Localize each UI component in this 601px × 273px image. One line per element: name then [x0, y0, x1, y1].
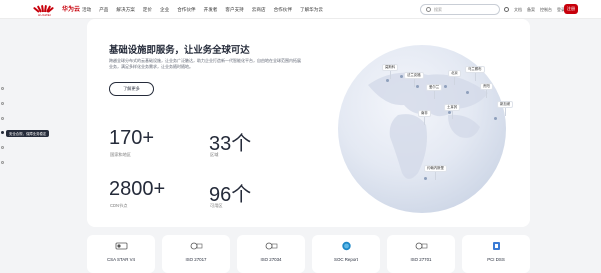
pci-dss-icon [493, 242, 500, 250]
cert-label: ISO 27034 [260, 257, 282, 262]
header-links: 文档 备案 控制台 登录 [504, 0, 565, 19]
console-link[interactable]: 控制台 [540, 7, 552, 13]
huawei-petal-icon [32, 4, 55, 13]
pin-moscow[interactable]: 莫斯科 [382, 64, 399, 79]
pin-beijing[interactable]: 北京 [448, 70, 461, 85]
region-marker[interactable] [448, 111, 451, 114]
cert-card-soc-report[interactable]: SOC Report [312, 235, 380, 273]
region-marker[interactable] [466, 91, 469, 94]
learn-more-button[interactable]: 了解更多 [109, 82, 154, 96]
pin-johannesburg[interactable]: 约翰内斯堡 [424, 165, 447, 180]
nav-item-solutions[interactable]: 解决方案 [116, 7, 134, 13]
docs-link[interactable]: 文档 [514, 7, 522, 13]
stat-countries-value: 170+ [109, 127, 155, 149]
side-nav-dot[interactable] [1, 161, 4, 164]
side-nav-dot[interactable] [1, 87, 4, 90]
region-marker[interactable] [400, 75, 403, 78]
huawei-logo[interactable] [32, 4, 55, 13]
pin-ulanqab[interactable]: 乌兰察布 [465, 66, 485, 81]
cert-card-pci-dss[interactable]: PCI DSS [462, 235, 530, 273]
stat-regions-label: 区域 [210, 152, 219, 157]
cert-label: SOC Report [334, 257, 358, 262]
cert-label: ISO 27701 [410, 257, 432, 262]
side-nav-dot[interactable] [1, 117, 4, 120]
pin-ireland[interactable]: 爱尔兰 [426, 84, 443, 99]
pin-frankfurt[interactable]: 法兰克福 [404, 72, 424, 87]
cert-card-iso27034[interactable]: ISO 27034 [237, 235, 305, 273]
pin-singapore[interactable]: 新加坡 [497, 101, 514, 116]
main-nav: 活动 产品 解决方案 定价 企业 合作伙伴 开发者 客户支持 云商店 合作伙伴 … [82, 0, 323, 19]
nav-item-partners-2[interactable]: 合作伙伴 [274, 7, 292, 13]
iso-badge-icon [415, 242, 428, 250]
side-nav-dot[interactable] [1, 131, 4, 134]
search-input[interactable]: 搜索 [420, 4, 500, 15]
hero-headline: 基础设施即服务，让业务全球可达 [109, 44, 250, 55]
certification-row: CSA STAR V4 ISO 27017 ISO 27034 SOC Repo… [87, 235, 530, 273]
cert-label: PCI DSS [487, 257, 505, 262]
nav-item-partners[interactable]: 合作伙伴 [177, 7, 195, 13]
search-icon [426, 7, 431, 12]
cert-card-iso27017[interactable]: ISO 27017 [162, 235, 230, 273]
logo-wordmark: HUAWEI [38, 13, 52, 17]
top-navigation-bar: HUAWEI 华为云 活动 产品 解决方案 定价 企业 合作伙伴 开发者 客户支… [0, 0, 601, 19]
search-placeholder: 搜索 [434, 7, 442, 12]
nav-item-enterprise[interactable]: 企业 [160, 7, 169, 13]
region-marker[interactable] [444, 85, 447, 88]
brand-name[interactable]: 华为云 [62, 4, 80, 13]
stat-cdn-value: 2800+ [109, 178, 166, 200]
nav-item-activity[interactable]: 活动 [82, 7, 91, 13]
nav-item-pricing[interactable]: 定价 [143, 7, 152, 13]
cert-label: ISO 27017 [185, 257, 207, 262]
pin-guiyang[interactable]: 贵阳 [480, 83, 493, 98]
region-marker[interactable] [424, 177, 427, 180]
pin-south-africa[interactable]: 南非 [418, 110, 431, 125]
cert-card-csa-star[interactable]: CSA STAR V4 [87, 235, 155, 273]
region-marker[interactable] [386, 79, 389, 82]
nav-item-developers[interactable]: 开发者 [204, 7, 218, 13]
region-marker[interactable] [494, 117, 497, 120]
nav-item-products[interactable]: 产品 [99, 7, 108, 13]
stat-az-label: 可用区 [210, 203, 223, 208]
side-nav-dot[interactable] [1, 102, 4, 105]
nav-item-support[interactable]: 客户支持 [225, 7, 243, 13]
stat-cdn-label: CDN节点 [110, 203, 128, 208]
hero-description: 跨越全球分布式的云基础设施，让业务广泛触达，助力企业打造新一代智能化平台，自由地… [109, 58, 301, 69]
side-nav-dot[interactable] [1, 146, 4, 149]
filing-link[interactable]: 备案 [527, 7, 535, 13]
globe-icon[interactable] [504, 7, 509, 12]
nav-item-marketplace[interactable]: 云商店 [252, 7, 266, 13]
soc-badge-icon [342, 241, 351, 251]
iso-badge-icon [190, 242, 203, 250]
nav-item-about[interactable]: 了解华为云 [300, 7, 323, 13]
iso-badge-icon [265, 242, 278, 250]
cert-label: CSA STAR V4 [107, 257, 135, 262]
side-nav-tooltip: 安全合规，保障业务稳定 [6, 130, 50, 137]
pin-turkey[interactable]: 土耳其 [444, 104, 461, 119]
cert-card-iso27701[interactable]: ISO 27701 [387, 235, 455, 273]
region-marker[interactable] [416, 85, 419, 88]
stat-countries-label: 国家和地区 [110, 152, 131, 157]
register-button[interactable]: 注册 [564, 4, 578, 14]
csa-star-icon [115, 242, 128, 250]
